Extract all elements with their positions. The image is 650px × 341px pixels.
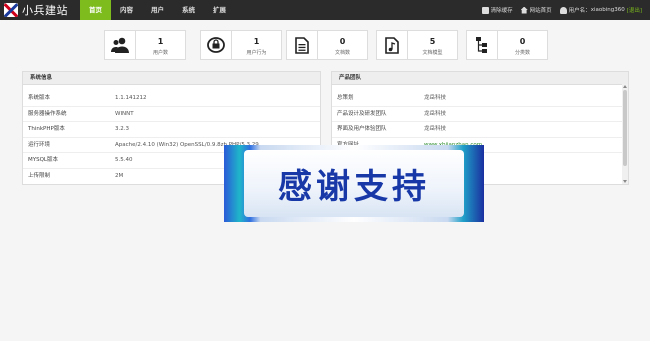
row-value: 龙岳科技: [424, 126, 447, 132]
clear-cache-label: 清除缓存: [490, 8, 513, 14]
table-row: 服务器操作系统 WINNT: [23, 107, 320, 122]
row-key: 总策划: [337, 95, 354, 101]
row-value: 龙岳科技: [424, 110, 447, 117]
categories-label: 分类数: [514, 50, 530, 56]
row-key: 界面及用户体验团队: [337, 126, 387, 132]
thanks-banner: 感谢支持: [224, 145, 484, 222]
scroll-thumb[interactable]: [623, 90, 627, 166]
users-count-label: 用户数: [152, 50, 168, 56]
row-value: 2M: [115, 172, 124, 179]
stat-card-users[interactable]: 1 用户数: [104, 30, 186, 60]
music-file-icon: [377, 31, 408, 59]
documents-label: 文档数: [334, 50, 350, 56]
row-value: 3.2.3: [115, 126, 129, 132]
nav-home[interactable]: 首页: [80, 0, 111, 20]
row-value: 5.5.40: [115, 157, 133, 163]
nav-extensions[interactable]: 扩展: [204, 0, 235, 20]
user-actions-label: 用户行为: [246, 50, 267, 56]
table-row: 总策划 龙岳科技: [332, 91, 628, 107]
site-home-label: 网站首页: [529, 8, 552, 14]
user-icon: [559, 6, 567, 14]
users-count: 1: [157, 37, 164, 46]
main-nav: 首页 内容 用户 系统 扩展: [80, 0, 235, 20]
clear-cache-link[interactable]: 清除缓存: [481, 6, 513, 14]
categories-count: 0: [519, 37, 526, 46]
row-key: 运行环境: [28, 141, 51, 148]
product-team-title: 产品团队: [332, 72, 628, 85]
home-icon: [520, 6, 528, 14]
site-logo[interactable]: 小兵建站: [4, 2, 68, 18]
logo-x-icon: [4, 3, 18, 17]
nav-users[interactable]: 用户: [142, 0, 173, 20]
doc-models-label: 文档模型: [422, 50, 443, 56]
banner-text: 感谢支持: [278, 167, 430, 207]
table-row: 界面及用户体验团队 龙岳科技: [332, 122, 628, 138]
scroll-down-icon[interactable]: [623, 180, 627, 183]
row-value: 1.1.141212: [115, 95, 147, 101]
row-key: 系统版本: [28, 95, 51, 101]
document-icon: [287, 31, 318, 59]
stat-card-documents[interactable]: 0 文档数: [286, 30, 368, 60]
row-key: MYSQL版本: [28, 157, 58, 163]
site-name: 小兵建站: [22, 4, 68, 17]
documents-count: 0: [339, 37, 346, 46]
system-info-title: 系统信息: [23, 72, 320, 85]
row-key: 产品设计及研发团队: [337, 110, 387, 117]
table-row: ThinkPHP版本 3.2.3: [23, 122, 320, 138]
stat-card-doc-models[interactable]: 5 文档模型: [376, 30, 458, 60]
nav-content[interactable]: 内容: [111, 0, 142, 20]
doc-models-count: 5: [429, 37, 436, 46]
user-actions-count: 1: [253, 37, 260, 46]
nav-system[interactable]: 系统: [173, 0, 204, 20]
trash-icon: [481, 6, 489, 14]
user-info: 用户名： xiaobing360 [退出]: [559, 6, 642, 14]
panel-scrollbar[interactable]: [622, 84, 628, 184]
sitemap-icon: [467, 31, 498, 59]
user-action-icon: [201, 31, 232, 59]
row-key: 上传限制: [28, 172, 51, 179]
site-home-link[interactable]: 网站首页: [520, 6, 552, 14]
row-key: 服务器操作系统: [28, 110, 67, 117]
stat-card-categories[interactable]: 0 分类数: [466, 30, 548, 60]
row-value: WINNT: [115, 110, 134, 117]
table-row: 产品设计及研发团队 龙岳科技: [332, 107, 628, 122]
row-key: ThinkPHP版本: [28, 126, 65, 132]
row-value: 龙岳科技: [424, 95, 447, 101]
username: xiaobing360: [590, 7, 625, 13]
top-right-links: 清除缓存 网站首页 用户名： xiaobing360 [退出]: [474, 0, 642, 20]
table-row: 系统版本 1.1.141212: [23, 91, 320, 107]
top-navbar: 小兵建站 首页 内容 用户 系统 扩展 清除缓存 网站首页 用户名： xiaob…: [0, 0, 650, 20]
scroll-up-icon[interactable]: [623, 85, 627, 88]
stat-card-user-actions[interactable]: 1 用户行为: [200, 30, 282, 60]
logout-link[interactable]: [退出]: [627, 6, 642, 14]
username-label: 用户名：: [568, 8, 591, 14]
users-icon: [105, 31, 136, 59]
